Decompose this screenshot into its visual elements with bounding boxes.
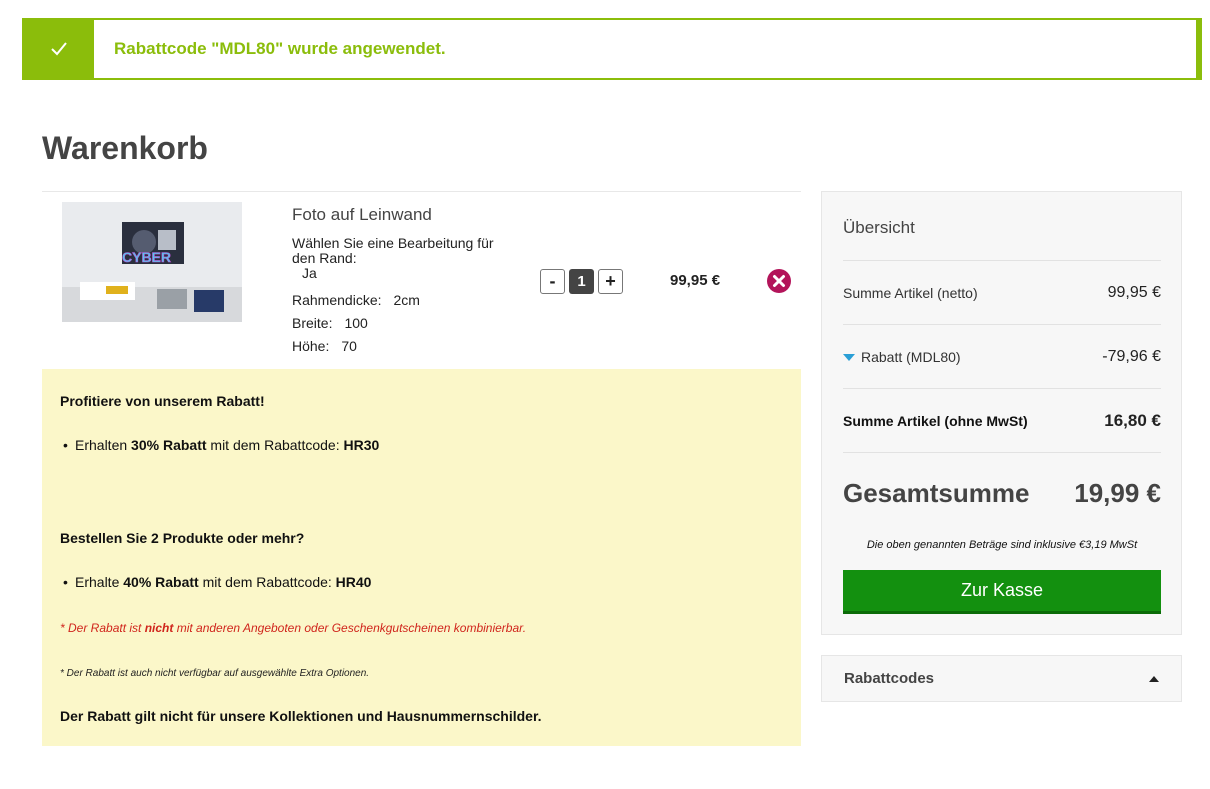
net-row: Summe Artikel (ohne MwSt) 16,80 € [843, 388, 1161, 452]
offer-text: Erhalten [75, 437, 132, 453]
option-edge: Wählen Sie eine Bearbeitung für den Rand… [292, 236, 507, 281]
offer-code: HR30 [343, 437, 380, 453]
disclaimer-emphasis: nicht [144, 621, 174, 635]
promo-offer: Erhalten 30% Rabatt mit dem Rabattcode: … [63, 437, 380, 453]
promo-footer: Der Rabatt gilt nicht für unsere Kollekt… [60, 708, 542, 724]
increase-quantity-button[interactable]: + [598, 269, 623, 294]
offer-code: HR40 [335, 574, 372, 590]
discount-label: Rabatt (MDL80) [861, 348, 961, 365]
net-value: 16,80 € [1104, 410, 1161, 430]
subtotal-row: Summe Artikel (netto) 99,95 € [843, 260, 1161, 324]
option-label: Breite: [292, 315, 333, 331]
caret-up-icon[interactable] [1149, 675, 1159, 682]
remove-item-icon[interactable] [767, 269, 791, 293]
discount-value: -79,96 € [1102, 347, 1161, 365]
discount-codes-toggle[interactable]: Rabattcodes [821, 655, 1182, 702]
quantity-value[interactable]: 1 [569, 269, 594, 294]
checkmark-icon [24, 20, 94, 78]
offer-discount: 30% Rabatt [131, 437, 207, 453]
promo-heading: Profitiere von unserem Rabatt! [60, 393, 265, 409]
item-price: 99,95 € [670, 272, 721, 289]
tax-note: Die oben genannten Beträge sind inklusiv… [866, 539, 1138, 551]
option-label: Wählen Sie eine Bearbeitung für den Rand… [292, 235, 494, 266]
promo-heading: Bestellen Sie 2 Produkte oder mehr? [60, 530, 305, 546]
thumbnail-caption: CYBER [122, 249, 171, 265]
checkout-button[interactable]: Zur Kasse [843, 570, 1161, 614]
option-value: 100 [344, 315, 368, 331]
offer-discount: 40% Rabatt [123, 574, 199, 590]
total-row: Gesamtsumme 19,99 € [843, 452, 1161, 534]
promo-box: Profitiere von unserem Rabatt! Erhalten … [42, 369, 801, 746]
decrease-quantity-button[interactable]: - [540, 269, 565, 294]
discount-label-wrap[interactable]: Rabatt (MDL80) [843, 349, 961, 365]
notice-message: Rabattcode "MDL80" wurde angewendet. [114, 39, 446, 58]
total-value: 19,99 € [1074, 478, 1161, 508]
option-frame: Rahmendicke: 2cm [292, 293, 420, 308]
option-width: Breite: 100 [292, 316, 368, 331]
promo-offer: Erhalte 40% Rabatt mit dem Rabattcode: H… [63, 574, 372, 590]
product-thumbnail[interactable]: CYBER [62, 202, 242, 322]
option-label: Rahmendicke: [292, 292, 382, 308]
disclaimer-text: mit anderen Angeboten oder Geschenkgutsc… [173, 621, 527, 635]
option-label: Höhe: [292, 338, 330, 354]
offer-text: Erhalte [75, 574, 124, 590]
cart-item: CYBER Foto auf Leinwand Wählen Sie eine … [42, 191, 801, 369]
total-label: Gesamtsumme [843, 478, 1030, 508]
subtotal-value: 99,95 € [1107, 283, 1161, 301]
option-value: Ja [302, 265, 317, 281]
summary-title: Übersicht [843, 218, 915, 237]
caret-down-icon[interactable] [843, 354, 855, 362]
subtotal-label: Summe Artikel (netto) [843, 284, 978, 301]
discount-codes-label: Rabattcodes [844, 670, 935, 687]
option-value: 70 [341, 338, 357, 354]
offer-text: mit dem Rabattcode: [198, 574, 336, 590]
option-height: Höhe: 70 [292, 339, 357, 354]
promo-footnote: * Der Rabatt ist auch nicht verfügbar au… [60, 668, 370, 679]
quantity-stepper: - 1 + [540, 269, 623, 294]
net-label: Summe Artikel (ohne MwSt) [843, 412, 1028, 429]
offer-text: mit dem Rabattcode: [206, 437, 344, 453]
order-summary: Übersicht Summe Artikel (netto) 99,95 € … [821, 191, 1182, 635]
option-value: 2cm [393, 292, 420, 308]
disclaimer-text: * Der Rabatt ist [60, 621, 145, 635]
discount-row[interactable]: Rabatt (MDL80) -79,96 € [843, 324, 1161, 388]
success-notice: Rabattcode "MDL80" wurde angewendet. [22, 18, 1202, 80]
page-title: Warenkorb [42, 130, 208, 166]
promo-disclaimer: * Der Rabatt ist nicht mit anderen Angeb… [60, 621, 526, 635]
product-name[interactable]: Foto auf Leinwand [292, 205, 432, 225]
